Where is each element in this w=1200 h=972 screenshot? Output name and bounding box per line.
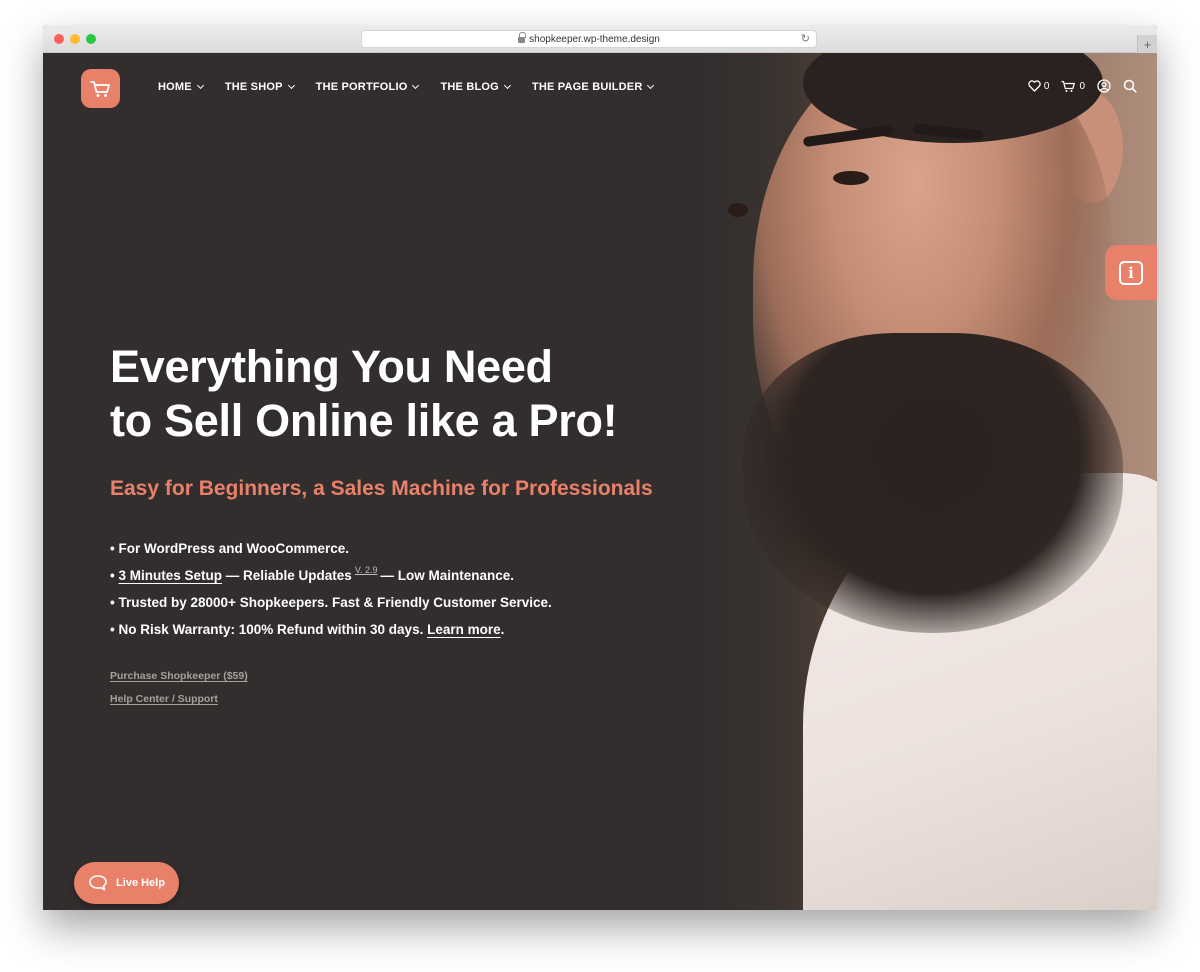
hero-headline: Everything You Need to Sell Online like …: [110, 340, 670, 448]
menu-item-label: THE BLOG: [440, 81, 499, 93]
wishlist-button[interactable]: 0: [1028, 80, 1050, 92]
hero-links: Purchase Shopkeeper ($59) Help Center / …: [110, 665, 248, 711]
menu-item-the-page-builder[interactable]: THE PAGE BUILDER: [531, 81, 655, 93]
user-icon: [1097, 79, 1111, 93]
cart-icon: [89, 80, 110, 97]
menu-item-label: THE SHOP: [224, 81, 283, 93]
close-window-button[interactable]: [54, 34, 64, 44]
hero-headline-line2: to Sell Online like a Pro!: [110, 395, 618, 446]
chevron-down-icon: [503, 81, 511, 90]
cart-button[interactable]: 0: [1061, 80, 1085, 93]
hero-photo-beard: [743, 333, 1123, 633]
feature-list: • For WordPress and WooCommerce. • 3 Min…: [110, 536, 552, 643]
learn-more-link[interactable]: Learn more: [427, 622, 501, 637]
menu-item-the-shop[interactable]: THE SHOP: [224, 81, 295, 93]
bullet-glyph: •: [110, 621, 115, 637]
search-icon: [1123, 79, 1137, 93]
feature-text: — Low Maintenance.: [380, 567, 515, 583]
heart-icon: [1028, 80, 1041, 92]
header-tools: 0 0: [1028, 79, 1137, 93]
feature-text: No Risk Warranty: 100% Refund within 30 …: [118, 621, 424, 637]
feature-item: • 3 Minutes Setup — Reliable Updates V. 2…: [110, 563, 552, 591]
info-icon: i: [1119, 260, 1143, 285]
minutes-setup-link[interactable]: 3 Minutes Setup: [119, 568, 223, 583]
chevron-down-icon: [647, 81, 655, 90]
info-tab[interactable]: i: [1105, 245, 1157, 300]
menu-item-the-blog[interactable]: THE BLOG: [440, 81, 511, 93]
feature-text: — Reliable Updates: [225, 567, 352, 583]
browser-window: shopkeeper.wp-theme.design ↻ + HOME THE …: [43, 25, 1157, 910]
wishlist-count: 0: [1043, 80, 1050, 92]
feature-text: Trusted by 28000+ Shopkeepers. Fast & Fr…: [118, 595, 552, 610]
address-bar[interactable]: shopkeeper.wp-theme.design ↻: [361, 30, 817, 48]
chevron-down-icon: [196, 81, 204, 90]
hero-headline-line1: Everything You Need: [110, 341, 553, 392]
page-viewport: HOME THE SHOP THE PORTFOLIO THE BLOG THE…: [43, 53, 1157, 910]
new-tab-button[interactable]: +: [1137, 35, 1157, 53]
chevron-down-icon: [412, 81, 420, 90]
feature-text: For WordPress and WooCommerce.: [118, 541, 350, 556]
browser-titlebar: shopkeeper.wp-theme.design ↻ +: [43, 25, 1157, 53]
account-button[interactable]: [1097, 79, 1111, 93]
hero-photo-eye: [833, 171, 869, 185]
support-link[interactable]: Help Center / Support: [110, 688, 248, 711]
cart-count: 0: [1079, 80, 1085, 92]
bullet-glyph: •: [110, 541, 115, 556]
lock-icon: [518, 32, 527, 43]
feature-item: • Trusted by 28000+ Shopkeepers. Fast & …: [110, 590, 552, 617]
reload-icon[interactable]: ↻: [801, 32, 810, 45]
feature-text: .: [500, 621, 505, 637]
feature-item: • For WordPress and WooCommerce.: [110, 536, 552, 563]
version-link[interactable]: V. 2.9: [355, 565, 378, 575]
site-header: HOME THE SHOP THE PORTFOLIO THE BLOG THE…: [43, 53, 1157, 125]
menu-item-label: THE PAGE BUILDER: [531, 81, 643, 93]
menu-item-label: HOME: [158, 81, 192, 93]
menu-item-label: THE PORTFOLIO: [315, 81, 408, 93]
purchase-link[interactable]: Purchase Shopkeeper ($59): [110, 665, 248, 688]
hero-subheadline: Easy for Beginners, a Sales Machine for …: [110, 477, 653, 500]
chat-bubble-icon: [89, 875, 107, 891]
menu-item-home[interactable]: HOME: [158, 81, 204, 93]
url-text: shopkeeper.wp-theme.design: [529, 33, 660, 45]
chevron-down-icon: [287, 81, 295, 90]
live-help-label: Live Help: [116, 877, 165, 889]
bullet-glyph: •: [110, 595, 115, 610]
main-menu: HOME THE SHOP THE PORTFOLIO THE BLOG THE…: [158, 81, 675, 93]
zoom-window-button[interactable]: [86, 34, 96, 44]
menu-item-the-portfolio[interactable]: THE PORTFOLIO: [315, 81, 420, 93]
minimize-window-button[interactable]: [70, 34, 80, 44]
search-button[interactable]: [1123, 79, 1137, 93]
hero-photo-eye: [728, 203, 748, 217]
bullet-glyph: •: [110, 567, 115, 583]
feature-item: • No Risk Warranty: 100% Refund within 3…: [110, 617, 552, 644]
cart-icon: [1061, 80, 1076, 92]
site-logo[interactable]: [81, 69, 120, 108]
live-help-button[interactable]: Live Help: [74, 862, 179, 904]
